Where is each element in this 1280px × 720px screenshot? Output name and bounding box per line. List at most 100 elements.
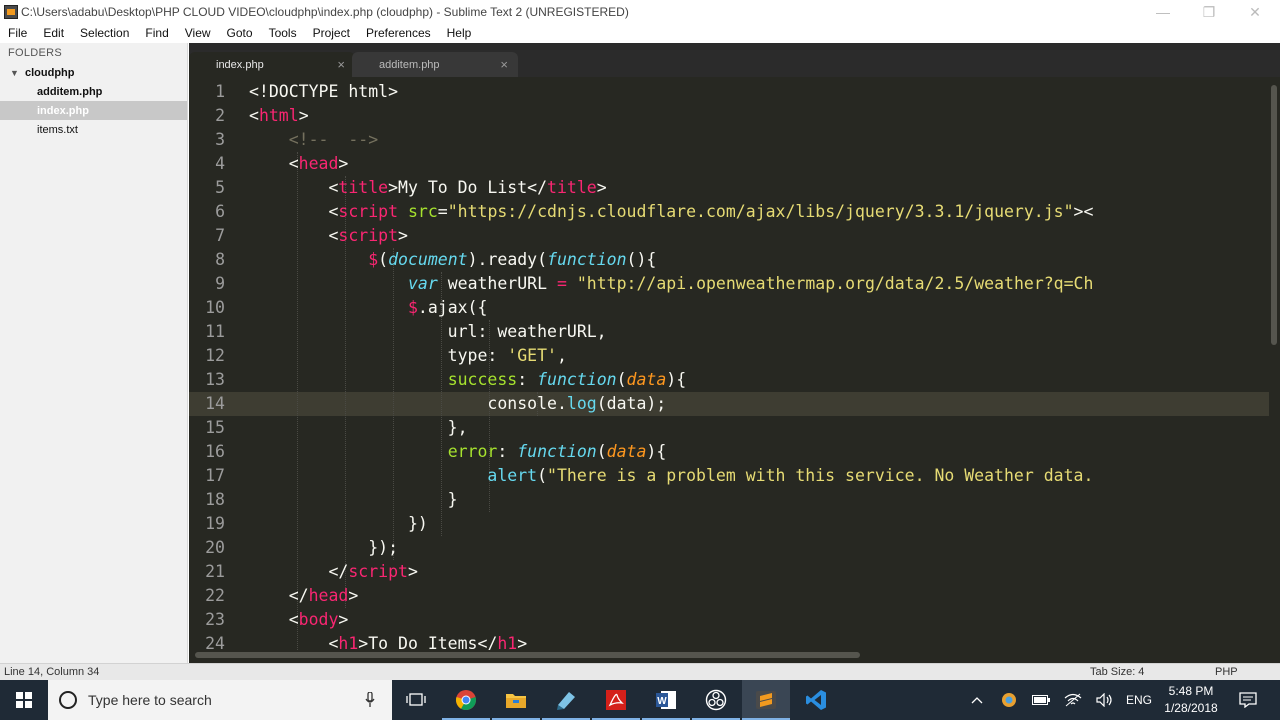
tab-additem-php[interactable]: additem.php ×: [352, 52, 518, 77]
folder-expand-icon[interactable]: ▼: [10, 68, 25, 78]
menu-view[interactable]: View: [177, 24, 219, 43]
line-number: 17: [205, 466, 225, 485]
menu-edit[interactable]: Edit: [35, 24, 72, 43]
line-number: 12: [205, 346, 225, 365]
tab-label: index.php: [216, 58, 264, 71]
line-number: 3: [215, 130, 225, 149]
code-line: <h1>To Do Items</h1>: [249, 634, 528, 650]
code-line: $(document).ready(function(){: [368, 250, 657, 269]
file-explorer-icon[interactable]: [492, 680, 540, 720]
line-number: 21: [205, 562, 225, 581]
file-additem[interactable]: additem.php: [0, 82, 187, 101]
language-indicator[interactable]: ENG: [1124, 680, 1154, 720]
line-number: 7: [215, 226, 225, 245]
menu-find[interactable]: Find: [137, 24, 176, 43]
menu-selection[interactable]: Selection: [72, 24, 137, 43]
acrobat-icon[interactable]: [592, 680, 640, 720]
svg-text:W: W: [657, 696, 667, 707]
code-line: success: function(data){: [447, 370, 687, 389]
action-center-icon[interactable]: [1234, 680, 1262, 720]
minimize-icon[interactable]: —: [1140, 0, 1186, 24]
line-number: 19: [205, 514, 225, 533]
menu-preferences[interactable]: Preferences: [358, 24, 439, 43]
folder-label: cloudphp: [25, 66, 75, 79]
taskbar-clock[interactable]: 5:48 PM 1/28/2018: [1160, 683, 1222, 717]
code-line: type: 'GET',: [249, 346, 567, 365]
folder-cloudphp[interactable]: ▼ cloudphp: [0, 63, 187, 82]
line-number: 24: [205, 634, 225, 650]
taskbar-search-box[interactable]: Type here to search: [48, 680, 392, 720]
code-line: <head>: [249, 154, 349, 173]
close-tab-icon[interactable]: ×: [500, 57, 508, 72]
close-tab-icon[interactable]: ×: [337, 57, 345, 72]
code-line: <!DOCTYPE html>: [249, 82, 399, 101]
windows-start-icon[interactable]: [0, 680, 48, 720]
menu-goto[interactable]: Goto: [219, 24, 261, 43]
cursor-position: Line 14, Column 34: [4, 666, 100, 678]
code-line: </head>: [249, 586, 359, 605]
vertical-scrollbar[interactable]: [1269, 77, 1280, 650]
line-number: 5: [215, 178, 225, 197]
sublime-app-icon: [4, 5, 18, 19]
maximize-icon[interactable]: ❐: [1186, 0, 1232, 24]
battery-icon[interactable]: [1030, 680, 1052, 720]
chrome-icon[interactable]: [442, 680, 490, 720]
code-line: }): [249, 514, 428, 533]
folders-header: FOLDERS: [8, 47, 63, 59]
tray-app-icon[interactable]: [998, 680, 1020, 720]
status-bar: Line 14, Column 34 Tab Size: 4 PHP: [0, 663, 1280, 680]
cortana-icon[interactable]: [59, 691, 77, 709]
volume-icon[interactable]: [1094, 680, 1116, 720]
code-editor[interactable]: 1 2 3 4 5 6 7 8 9 10 11 12 13 14 15 16 1…: [189, 77, 1269, 650]
code-line: });: [249, 538, 399, 557]
line-number: 16: [205, 442, 225, 461]
word-icon[interactable]: W: [642, 680, 690, 720]
microphone-icon[interactable]: [360, 690, 380, 710]
tab-index-php[interactable]: index.php ×: [189, 52, 355, 77]
scroll-thumb[interactable]: [195, 652, 860, 658]
show-hidden-icons-icon[interactable]: [966, 680, 988, 720]
file-items[interactable]: items.txt: [0, 120, 187, 139]
code-line: <script>: [249, 226, 408, 245]
clock-date: 1/28/2018: [1164, 701, 1218, 715]
menu-file[interactable]: File: [0, 24, 35, 43]
windows-taskbar: Type here to search W ENG 5:48 PM 1/28/2…: [0, 680, 1280, 720]
code-line: <title>My To Do List</title>: [249, 178, 607, 197]
wifi-icon[interactable]: [1062, 680, 1084, 720]
line-number: 23: [205, 610, 225, 629]
scroll-thumb[interactable]: [1271, 85, 1277, 345]
code-line: $.ajax({: [407, 298, 488, 317]
tab-bar: index.php × additem.php ×: [189, 43, 1280, 77]
file-index[interactable]: index.php: [0, 101, 187, 120]
obs-icon[interactable]: [692, 680, 740, 720]
notepad-icon[interactable]: [542, 680, 590, 720]
code-line: <html>: [249, 106, 309, 125]
line-number: 18: [205, 490, 225, 509]
line-number: 10: [205, 298, 225, 317]
menu-bar: File Edit Selection Find View Goto Tools…: [0, 24, 1280, 43]
vscode-icon[interactable]: [792, 680, 840, 720]
horizontal-scrollbar[interactable]: [189, 650, 1280, 663]
sublime-icon[interactable]: [742, 680, 790, 720]
line-number-gutter: 1 2 3 4 5 6 7 8 9 10 11 12 13 14 15 16 1…: [189, 77, 237, 650]
line-number: 1: [215, 82, 225, 101]
menu-project[interactable]: Project: [305, 24, 358, 43]
window-title: C:\Users\adabu\Desktop\PHP CLOUD VIDEO\c…: [21, 5, 629, 19]
menu-help[interactable]: Help: [439, 24, 480, 43]
task-view-icon[interactable]: [392, 680, 440, 720]
code-line: }: [249, 490, 458, 509]
code-line: alert("There is a problem with this serv…: [487, 466, 1094, 485]
line-number: 8: [215, 250, 225, 269]
line-number: 6: [215, 202, 225, 221]
search-placeholder: Type here to search: [88, 692, 212, 708]
menu-tools[interactable]: Tools: [261, 24, 305, 43]
code-line: var weatherURL = "http://api.openweather…: [407, 274, 1094, 293]
clock-time: 5:48 PM: [1168, 684, 1214, 698]
syntax-selector[interactable]: PHP: [1215, 666, 1238, 678]
tab-size-selector[interactable]: Tab Size: 4: [1090, 666, 1144, 678]
line-number: 20: [205, 538, 225, 557]
title-bar: C:\Users\adabu\Desktop\PHP CLOUD VIDEO\c…: [0, 0, 1280, 24]
code-line: error: function(data){: [447, 442, 667, 461]
code-line: console.log(data);: [249, 394, 667, 413]
close-window-icon[interactable]: ✕: [1232, 0, 1278, 24]
